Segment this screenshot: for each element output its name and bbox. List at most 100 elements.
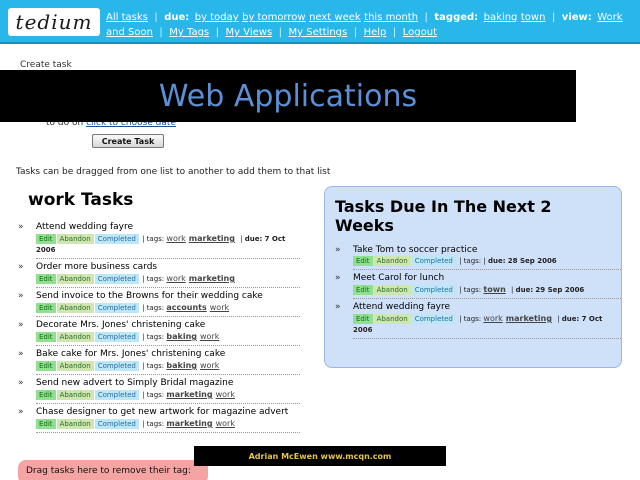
drag-handle-icon[interactable]: »	[335, 273, 341, 283]
nav-logout[interactable]: Logout	[403, 27, 437, 38]
nav-view-label: view:	[561, 12, 592, 23]
tag-link[interactable]: work	[216, 390, 235, 399]
slide-credit: Adrian McEwen www.mcqn.com	[194, 446, 446, 466]
meta-separator: |	[554, 315, 562, 323]
nav-tag-baking[interactable]: baking	[484, 12, 518, 23]
tag-link[interactable]: marketing	[189, 274, 235, 283]
edit-button[interactable]: Edit	[36, 303, 56, 313]
due-date: 29 Sep 2006	[535, 286, 585, 294]
completed-button[interactable]: Completed	[94, 332, 139, 342]
task-meta: Edit Abandon Completed | tags: town | due:…	[353, 284, 621, 299]
tag-link[interactable]: marketing	[506, 314, 552, 323]
edit-button[interactable]: Edit	[36, 332, 56, 342]
edit-button[interactable]: Edit	[36, 361, 56, 371]
nav-due-tomorrow[interactable]: by tomorrow	[242, 12, 305, 23]
task-item[interactable]: » Chase designer to get new artwork for m…	[16, 407, 306, 433]
drag-handle-icon[interactable]: »	[18, 407, 24, 417]
completed-button[interactable]: Completed	[411, 285, 456, 295]
tag-link[interactable]: work	[166, 274, 185, 283]
abandon-button[interactable]: Abandon	[373, 314, 411, 324]
nav-due-this-month[interactable]: this month	[364, 12, 418, 23]
task-item[interactable]: » Decorate Mrs. Jones' christening cake Ed…	[16, 320, 306, 346]
abandon-button[interactable]: Abandon	[56, 303, 94, 313]
task-item[interactable]: » Send invoice to the Browns for their we…	[16, 291, 306, 317]
task-item[interactable]: » Attend wedding fayre Edit Abandon Complete…	[333, 302, 621, 339]
nav-separator: |	[353, 27, 358, 38]
drag-handle-icon[interactable]: »	[18, 378, 24, 388]
abandon-button[interactable]: Abandon	[56, 419, 94, 429]
tag-link[interactable]: work	[166, 234, 185, 243]
tag-link[interactable]: work	[216, 419, 235, 428]
tag-link[interactable]: baking	[166, 332, 197, 341]
nav-all-tasks[interactable]: All tasks	[106, 12, 148, 23]
completed-button[interactable]: Completed	[94, 390, 139, 400]
drag-hint-text: Tasks can be dragged from one list to an…	[16, 167, 331, 177]
drag-handle-icon[interactable]: »	[18, 222, 24, 232]
drag-handle-icon[interactable]: »	[335, 245, 341, 255]
tag-link[interactable]: work	[200, 332, 219, 341]
task-item[interactable]: » Bake cake for Mrs. Jones' christening c…	[16, 349, 306, 375]
edit-button[interactable]: Edit	[353, 314, 373, 324]
task-item[interactable]: » Send new advert to Simply Bridal magazi…	[16, 378, 306, 404]
tags-label: tags:	[463, 257, 482, 265]
drag-handle-icon[interactable]: »	[335, 302, 341, 312]
tag-link[interactable]: work	[210, 303, 229, 312]
nav-my-tags[interactable]: My Tags	[169, 27, 209, 38]
abandon-button[interactable]: Abandon	[56, 361, 94, 371]
completed-button[interactable]: Completed	[94, 274, 139, 284]
abandon-button[interactable]: Abandon	[56, 332, 94, 342]
task-item[interactable]: » Attend wedding fayre Edit Abandon Complete…	[16, 222, 306, 259]
edit-button[interactable]: Edit	[353, 256, 373, 266]
meta-separator: |	[139, 304, 147, 312]
abandon-button[interactable]: Abandon	[56, 234, 94, 244]
abandon-button[interactable]: Abandon	[373, 285, 411, 295]
tag-link[interactable]: accounts	[166, 303, 206, 312]
nav-separator: |	[215, 27, 219, 38]
tag-link[interactable]: town	[483, 285, 505, 294]
tag-link[interactable]: marketing	[166, 390, 212, 399]
nav-my-settings[interactable]: My Settings	[289, 27, 348, 38]
edit-button[interactable]: Edit	[36, 234, 56, 244]
task-title: Meet Carol for lunch	[353, 273, 445, 283]
tag-link[interactable]: baking	[166, 361, 197, 370]
drag-handle-icon[interactable]: »	[18, 291, 24, 301]
tags-label: tags:	[146, 391, 165, 399]
drag-handle-icon[interactable]: »	[18, 349, 24, 359]
nav-due-today[interactable]: by today	[195, 12, 239, 23]
app-logo[interactable]: tedium	[8, 8, 100, 36]
completed-button[interactable]: Completed	[411, 256, 456, 266]
completed-button[interactable]: Completed	[94, 419, 139, 429]
edit-button[interactable]: Edit	[36, 419, 56, 429]
nav-links: All tasks | due: by today by tomorrow ne…	[106, 10, 626, 40]
completed-button[interactable]: Completed	[94, 234, 139, 244]
nav-help[interactable]: Help	[364, 27, 387, 38]
abandon-button[interactable]: Abandon	[56, 390, 94, 400]
edit-button[interactable]: Edit	[36, 390, 56, 400]
remove-tag-drop-zone[interactable]: Drag tasks here to remove their tag:	[18, 460, 208, 480]
task-item[interactable]: » Order more business cards Edit Abandon Com…	[16, 262, 306, 288]
tag-link[interactable]: work	[483, 314, 502, 323]
meta-separator: |	[237, 235, 245, 243]
drag-handle-icon[interactable]: »	[18, 262, 24, 272]
nav-my-views[interactable]: My Views	[225, 27, 272, 38]
edit-button[interactable]: Edit	[36, 274, 56, 284]
tags-label: tags:	[146, 304, 165, 312]
tag-link[interactable]: work	[200, 361, 219, 370]
tag-link[interactable]: marketing	[166, 419, 212, 428]
abandon-button[interactable]: Abandon	[56, 274, 94, 284]
nav-due-next-week[interactable]: next week	[309, 12, 361, 23]
completed-button[interactable]: Completed	[411, 314, 456, 324]
nav-tag-town[interactable]: town	[521, 12, 546, 23]
drag-handle-icon[interactable]: »	[18, 320, 24, 330]
abandon-button[interactable]: Abandon	[373, 256, 411, 266]
completed-button[interactable]: Completed	[94, 361, 139, 371]
task-item[interactable]: » Meet Carol for lunch Edit Abandon Complete…	[333, 273, 621, 299]
completed-button[interactable]: Completed	[94, 303, 139, 313]
task-item[interactable]: » Take Tom to soccer practice Edit Abandon C…	[333, 245, 621, 270]
work-tasks-panel: work Tasks » Attend wedding fayre Edit Aban…	[16, 190, 306, 436]
edit-button[interactable]: Edit	[353, 285, 373, 295]
create-task-button[interactable]: Create Task	[92, 134, 164, 148]
meta-separator: |	[456, 257, 464, 265]
due-label: due:	[561, 315, 580, 323]
tag-link[interactable]: marketing	[189, 234, 235, 243]
